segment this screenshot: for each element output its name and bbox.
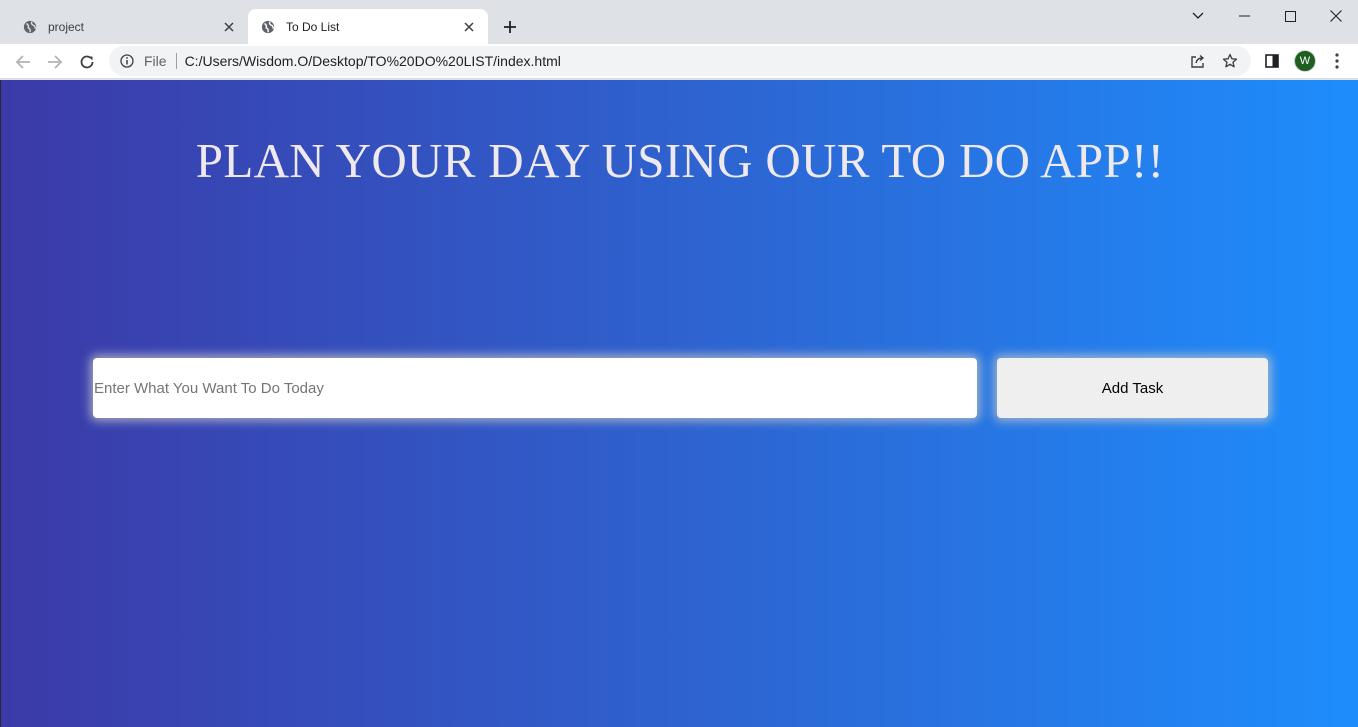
- reload-icon: [80, 55, 94, 69]
- arrow-left-icon: [15, 55, 30, 69]
- reload-button[interactable]: [73, 48, 101, 76]
- globe-icon: [260, 19, 276, 35]
- globe-icon: [22, 19, 38, 35]
- divider: [175, 53, 177, 69]
- new-tab-button[interactable]: [498, 15, 522, 39]
- minimize-button[interactable]: [1221, 0, 1267, 32]
- info-icon[interactable]: [119, 53, 135, 69]
- close-icon: [1329, 10, 1342, 22]
- page-viewport: PLAN YOUR DAY USING OUR TO DO APP!! Add …: [0, 80, 1358, 727]
- tab-title: project: [48, 19, 85, 34]
- chevron-down-icon: [1192, 12, 1204, 19]
- scheme-label: File: [144, 53, 167, 69]
- tab-strip: project To Do List: [0, 0, 1358, 44]
- tab-title: To Do List: [286, 19, 340, 34]
- maximize-button[interactable]: [1267, 0, 1313, 32]
- share-icon[interactable]: [1189, 52, 1207, 70]
- kebab-menu-icon[interactable]: [1328, 52, 1346, 70]
- close-icon[interactable]: [220, 18, 238, 36]
- plus-icon: [504, 21, 516, 33]
- maximize-icon: [1284, 10, 1296, 22]
- add-task-button[interactable]: Add Task: [997, 358, 1268, 418]
- url-text[interactable]: C:/Users/Wisdom.O/Desktop/TO%20DO%20LIST…: [185, 53, 561, 69]
- tab-to-do-list[interactable]: To Do List: [248, 9, 488, 44]
- arrow-right-icon: [48, 55, 63, 69]
- tab-search-button[interactable]: [1175, 0, 1221, 32]
- avatar[interactable]: W: [1294, 50, 1316, 72]
- forward-button[interactable]: [41, 48, 69, 76]
- browser-toolbar: File C:/Users/Wisdom.O/Desktop/TO%20DO%2…: [0, 44, 1358, 79]
- star-icon[interactable]: [1221, 52, 1239, 70]
- address-bar[interactable]: File C:/Users/Wisdom.O/Desktop/TO%20DO%2…: [109, 46, 1251, 76]
- close-icon[interactable]: [460, 18, 478, 36]
- minimize-icon: [1238, 15, 1250, 17]
- task-input[interactable]: [93, 358, 977, 418]
- back-button[interactable]: [9, 48, 37, 76]
- tab-project[interactable]: project: [2, 9, 248, 44]
- window-close-button[interactable]: [1313, 0, 1358, 32]
- side-panel-icon[interactable]: [1263, 52, 1281, 70]
- page-title: PLAN YOUR DAY USING OUR TO DO APP!!: [195, 133, 1165, 188]
